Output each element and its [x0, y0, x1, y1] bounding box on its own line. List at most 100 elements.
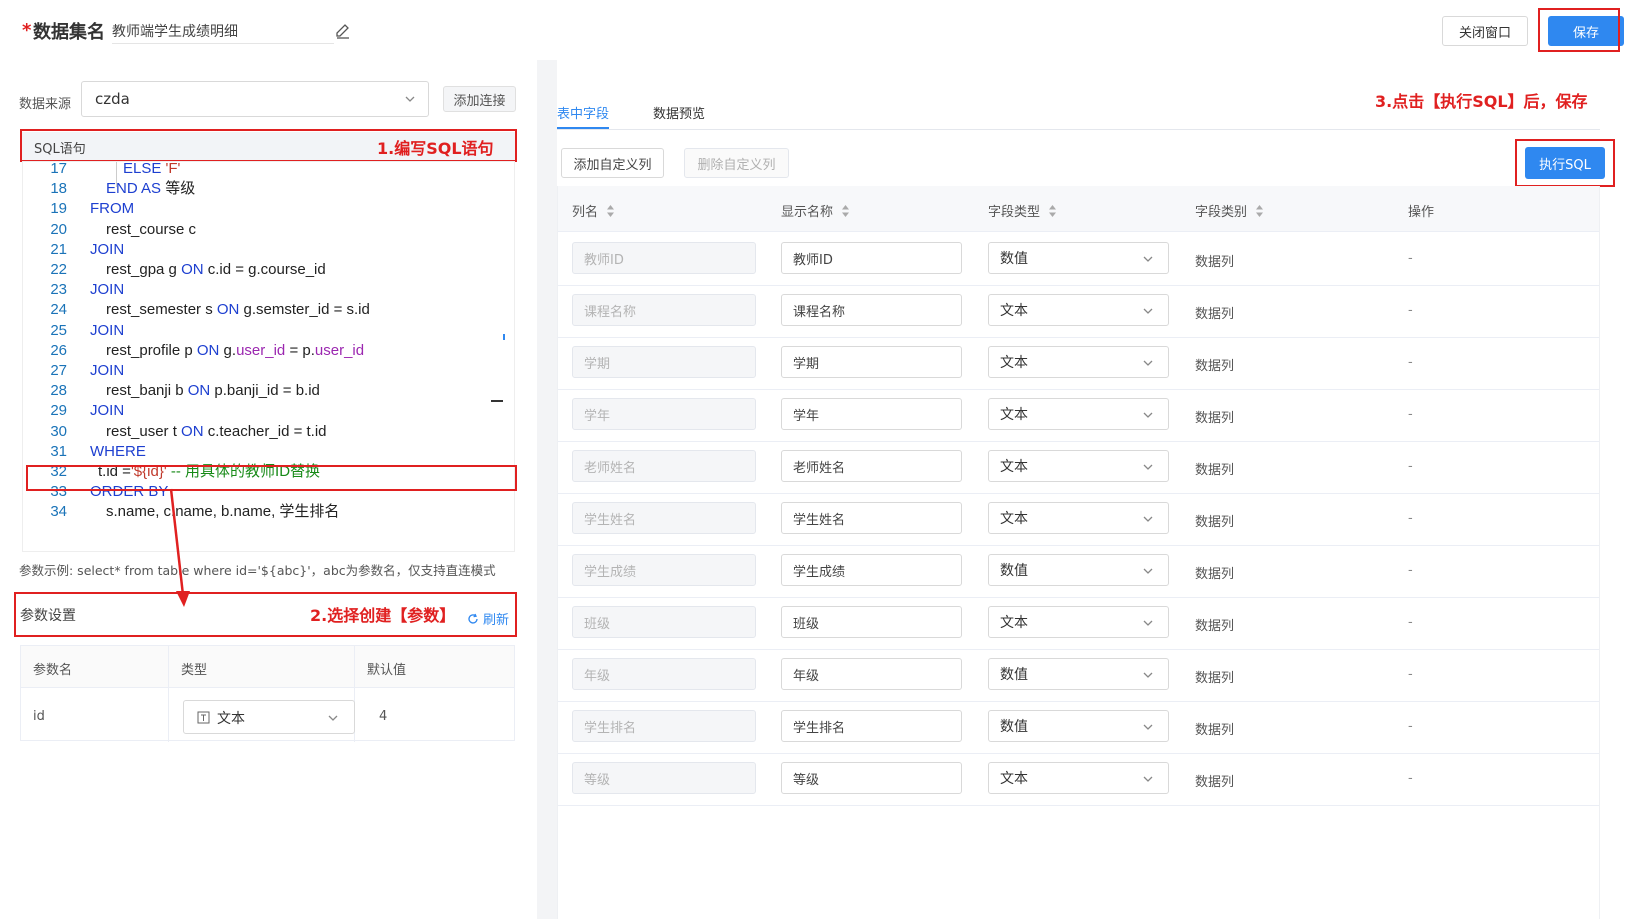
column-name-input[interactable]: 班级	[572, 606, 756, 638]
save-button[interactable]: 保存	[1548, 16, 1624, 46]
close-window-button[interactable]: 关闭窗口	[1442, 16, 1528, 46]
display-name-input[interactable]: 年级	[781, 658, 962, 690]
line-number: 25	[50, 321, 67, 339]
display-name-input[interactable]: 课程名称	[781, 294, 962, 326]
field-type-select[interactable]: 数值	[988, 554, 1169, 586]
field-type-select[interactable]: 文本	[988, 762, 1169, 794]
execute-sql-button[interactable]: 执行SQL	[1525, 147, 1605, 179]
display-name-input[interactable]: 学生排名	[781, 710, 962, 742]
field-type-select[interactable]: 文本	[988, 606, 1169, 638]
param-settings-title: 参数设置	[20, 608, 76, 624]
line-number: 32	[50, 463, 67, 480]
field-type-value: 文本	[1000, 355, 1028, 371]
field-operation: -	[1408, 771, 1413, 786]
column-name-input[interactable]: 学年	[572, 398, 756, 430]
sort-icon	[607, 204, 615, 217]
field-type-select[interactable]: 数值	[988, 710, 1169, 742]
display-name-input[interactable]: 老师姓名	[781, 450, 962, 482]
delete-custom-column-button[interactable]: 删除自定义列	[684, 148, 789, 178]
column-name-input[interactable]: 学生成绩	[572, 554, 756, 586]
col-header-display[interactable]: 显示名称	[781, 201, 850, 220]
code-text: JOIN	[90, 281, 125, 299]
data-source-select[interactable]: czda	[81, 81, 429, 117]
tab-table-fields[interactable]: 表中字段	[557, 103, 609, 122]
display-name-input[interactable]: 学年	[781, 398, 962, 430]
code-text: FROM	[90, 200, 135, 218]
field-type-select[interactable]: 数值	[988, 658, 1169, 690]
field-type-select[interactable]: 文本	[988, 294, 1169, 326]
chevron-down-icon	[1143, 516, 1153, 522]
refresh-label: 刷新	[483, 613, 510, 628]
sort-icon	[842, 204, 850, 217]
field-type-select[interactable]: 数值	[988, 242, 1169, 274]
step2-annotation: 2.选择创建【参数】	[310, 606, 456, 625]
display-name-input[interactable]: 学生姓名	[781, 502, 962, 534]
chevron-down-icon	[1143, 776, 1153, 782]
display-name-input[interactable]: 教师ID	[781, 242, 962, 274]
code-text: rest_profile p ON g.user_id = p.user_id	[106, 341, 365, 359]
line-number: 20	[50, 220, 67, 238]
field-row: 学生排名 学生排名 数值 数据列 -	[558, 700, 1599, 754]
param-type-select[interactable]: 文本	[183, 700, 355, 734]
column-name-input[interactable]: 课程名称	[572, 294, 756, 326]
line-number: 28	[50, 382, 67, 400]
chevron-down-icon	[1143, 256, 1153, 262]
col-header-category[interactable]: 字段类别	[1195, 201, 1264, 220]
column-name-input[interactable]: 学生姓名	[572, 502, 756, 534]
field-operation: -	[1408, 303, 1413, 318]
refresh-icon	[468, 613, 478, 624]
field-type-select[interactable]: 文本	[988, 346, 1169, 378]
display-name-input[interactable]: 学生成绩	[781, 554, 962, 586]
chevron-down-icon	[1143, 568, 1153, 574]
field-category: 数据列	[1195, 775, 1235, 790]
field-operation: -	[1408, 615, 1413, 630]
tab-data-preview[interactable]: 数据预览	[653, 103, 705, 122]
field-type-select[interactable]: 文本	[988, 502, 1169, 534]
step3-annotation: 3.点击【执行SQL】后，保存	[1375, 92, 1588, 111]
add-custom-column-button[interactable]: 添加自定义列	[561, 148, 664, 178]
active-tab-indicator	[557, 127, 609, 129]
display-name-input[interactable]: 等级	[781, 762, 962, 794]
column-name-input[interactable]: 等级	[572, 762, 756, 794]
field-type-value: 文本	[1000, 511, 1028, 527]
line-number: 31	[50, 442, 67, 460]
col-header-name[interactable]: 列名	[572, 201, 615, 220]
param-table-header: 参数名 类型 默认值	[21, 646, 514, 688]
display-name-input[interactable]: 班级	[781, 606, 962, 638]
column-name-input[interactable]: 学生排名	[572, 710, 756, 742]
refresh-button[interactable]: 刷新	[467, 609, 509, 628]
col-header-type[interactable]: 字段类型	[988, 201, 1057, 220]
chevron-down-icon	[1143, 620, 1153, 626]
field-type-select[interactable]: 文本	[988, 398, 1169, 430]
sql-code-editor[interactable]: 17 ELSE 'F' 18 END AS 等级 19 FROM 20 rest_course…	[22, 161, 515, 552]
column-name-input[interactable]: 年级	[572, 658, 756, 690]
data-source-value: czda	[95, 90, 130, 108]
line-number: 33	[50, 483, 67, 501]
column-name-input[interactable]: 教师ID	[572, 242, 756, 274]
field-operation: -	[1408, 563, 1413, 578]
field-type-select[interactable]: 文本	[988, 450, 1169, 482]
edit-pencil-icon[interactable]	[334, 22, 352, 40]
column-name-input[interactable]: 学期	[572, 346, 756, 378]
add-connection-button[interactable]: 添加连接	[443, 86, 516, 112]
field-row: 学年 学年 文本 数据列 -	[558, 388, 1599, 442]
chevron-down-icon	[1143, 412, 1153, 418]
sql-section-label: SQL语句	[34, 142, 86, 157]
line-number: 26	[50, 341, 67, 359]
required-mark: *	[22, 20, 32, 41]
code-text: rest_user t ON c.teacher_id = t.id	[106, 422, 327, 440]
chevron-down-icon	[1143, 308, 1153, 314]
field-operation: -	[1408, 719, 1413, 734]
column-name-input[interactable]: 老师姓名	[572, 450, 756, 482]
param-col-type: 类型	[181, 663, 208, 678]
field-category: 数据列	[1195, 723, 1235, 738]
dataset-name-input[interactable]	[112, 18, 334, 44]
param-default-cell[interactable]: 4	[379, 709, 387, 724]
display-name-input[interactable]: 学期	[781, 346, 962, 378]
field-type-value: 文本	[1000, 771, 1028, 787]
field-type-value: 文本	[1000, 303, 1028, 319]
field-row: 学生姓名 学生姓名 文本 数据列 -	[558, 492, 1599, 546]
param-type-value: 文本	[217, 711, 245, 727]
code-text: JOIN	[90, 240, 125, 258]
field-row: 等级 等级 文本 数据列 -	[558, 752, 1599, 806]
